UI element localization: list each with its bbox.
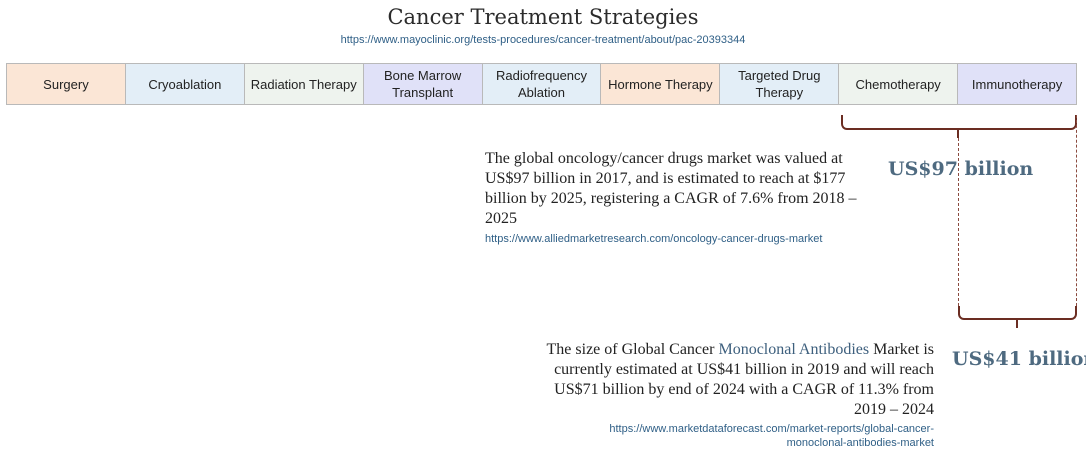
strategy-row: Surgery Cryoablation Radiation Therapy B… <box>6 63 1077 105</box>
antibodies-market-description: The size of Global Cancer Monoclonal Ant… <box>545 340 934 420</box>
oncology-market-description: The global oncology/cancer drugs market … <box>485 150 857 227</box>
strategy-radiofrequency-ablation: Radiofrequency Ablation <box>482 64 602 104</box>
oncology-market-bracket-tick <box>957 129 959 138</box>
antibodies-market-bracket-tick <box>1016 319 1018 328</box>
antibodies-market-bracket <box>958 306 1077 320</box>
guide-line-left <box>958 138 959 306</box>
guide-line-right <box>1076 115 1077 306</box>
strategy-radiation-therapy: Radiation Therapy <box>244 64 364 104</box>
antibodies-text-highlight: Monoclonal Antibodies <box>718 341 870 358</box>
strategy-bone-marrow-transplant: Bone Marrow Transplant <box>363 64 483 104</box>
strategy-targeted-drug-therapy: Targeted Drug Therapy <box>720 64 840 104</box>
diagram-title: Cancer Treatment Strategies <box>387 5 699 29</box>
oncology-market-value: US$97 billion <box>888 158 1034 180</box>
strategy-surgery: Surgery <box>7 64 126 104</box>
oncology-market-source-url: https://www.alliedmarketresearch.com/onc… <box>485 233 823 245</box>
title-source-url: https://www.mayoclinic.org/tests-procedu… <box>340 34 746 46</box>
strategy-chemotherapy: Chemotherapy <box>839 64 959 104</box>
antibodies-market-value: US$41 billion <box>952 348 1086 370</box>
strategy-cryoablation: Cryoablation <box>125 64 245 104</box>
oncology-market-bracket <box>841 115 1077 130</box>
strategy-immunotherapy: Immunotherapy <box>958 64 1077 104</box>
antibodies-market-source-url: https://www.marketdataforecast.com/marke… <box>609 423 934 449</box>
antibodies-text-before: The size of Global Cancer <box>546 341 719 358</box>
strategy-hormone-therapy: Hormone Therapy <box>601 64 721 104</box>
